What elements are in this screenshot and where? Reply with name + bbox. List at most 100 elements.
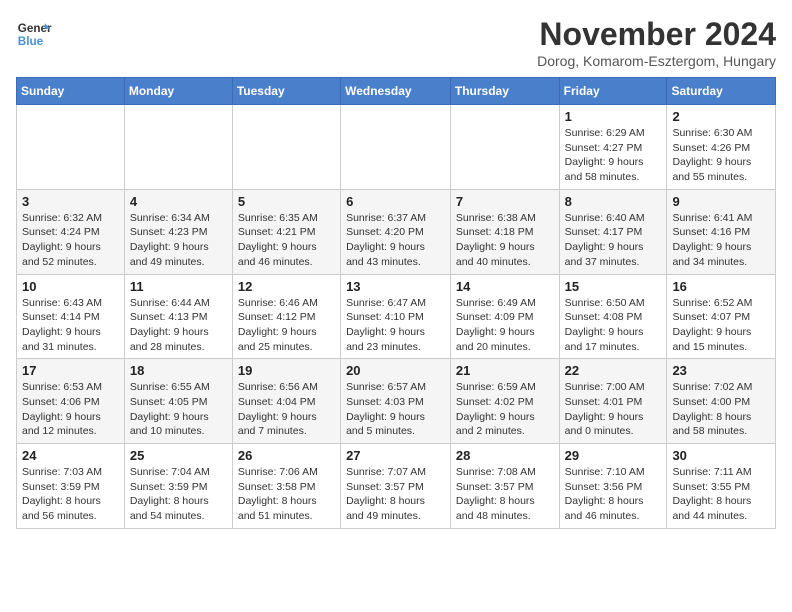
location-subtitle: Dorog, Komarom-Esztergom, Hungary [537,53,776,69]
calendar-cell: 29Sunrise: 7:10 AM Sunset: 3:56 PM Dayli… [559,444,667,529]
day-info: Sunrise: 6:40 AM Sunset: 4:17 PM Dayligh… [565,211,662,270]
calendar-cell: 1 Sunrise: 6:29 AM Sunset: 4:27 PM Daylig… [559,105,667,190]
day-number: 20 [346,363,445,378]
calendar-cell: 24 Sunrise: 7:03 AM Sunset: 3:59 PM Dayli… [17,444,125,529]
day-info: Sunrise: 7:08 AM Sunset: 3:57 PM Dayligh… [456,465,554,524]
calendar-cell: 13 Sunrise: 6:47 AM Sunset: 4:10 PM Dayli… [341,274,451,359]
day-info: Sunrise: 6:52 AM Sunset: 4:07 PM Dayligh… [672,296,770,355]
calendar-cell: 18 Sunrise: 6:55 AM Sunset: 4:05 PM Dayli… [124,359,232,444]
week-row-1: 3 Sunrise: 6:32 AM Sunset: 4:24 PM Daylig… [17,189,776,274]
calendar-cell [17,105,125,190]
header-monday: Monday [124,78,232,105]
day-number: 23 [672,363,770,378]
day-number: 28 [456,448,554,463]
day-info: Sunrise: 7:06 AM Sunset: 3:58 PM Dayligh… [238,465,335,524]
day-number: 17 [22,363,119,378]
calendar-cell: 8Sunrise: 6:40 AM Sunset: 4:17 PM Daylig… [559,189,667,274]
day-number: 29 [565,448,662,463]
header-thursday: Thursday [450,78,559,105]
calendar-cell: 10 Sunrise: 6:43 AM Sunset: 4:14 PM Dayli… [17,274,125,359]
day-info: Sunrise: 6:43 AM Sunset: 4:14 PM Dayligh… [22,296,119,355]
day-number: 5 [238,194,335,209]
day-info: Sunrise: 6:38 AM Sunset: 4:18 PM Dayligh… [456,211,554,270]
svg-text:General: General [18,22,52,35]
week-row-2: 10 Sunrise: 6:43 AM Sunset: 4:14 PM Dayli… [17,274,776,359]
calendar-cell: 26 Sunrise: 7:06 AM Sunset: 3:58 PM Dayli… [232,444,340,529]
calendar-table: SundayMondayTuesdayWednesdayThursdayFrid… [16,77,776,529]
day-number: 4 [130,194,227,209]
header: General Blue November 2024 Dorog, Komaro… [16,16,776,69]
calendar-cell: 25Sunrise: 7:04 AM Sunset: 3:59 PM Dayli… [124,444,232,529]
day-info: Sunrise: 6:57 AM Sunset: 4:03 PM Dayligh… [346,380,445,439]
calendar-cell: 7 Sunrise: 6:38 AM Sunset: 4:18 PM Daylig… [450,189,559,274]
day-info: Sunrise: 7:00 AM Sunset: 4:01 PM Dayligh… [565,380,662,439]
day-info: Sunrise: 6:35 AM Sunset: 4:21 PM Dayligh… [238,211,335,270]
day-number: 19 [238,363,335,378]
week-row-4: 24 Sunrise: 7:03 AM Sunset: 3:59 PM Dayli… [17,444,776,529]
day-number: 12 [238,279,335,294]
calendar-cell: 2Sunrise: 6:30 AM Sunset: 4:26 PM Daylig… [667,105,776,190]
day-info: Sunrise: 6:49 AM Sunset: 4:09 PM Dayligh… [456,296,554,355]
calendar-cell: 17 Sunrise: 6:53 AM Sunset: 4:06 PM Dayli… [17,359,125,444]
calendar-cell [232,105,340,190]
day-number: 6 [346,194,445,209]
header-wednesday: Wednesday [341,78,451,105]
calendar-cell [124,105,232,190]
day-number: 7 [456,194,554,209]
day-number: 15 [565,279,662,294]
logo-icon: General Blue [16,16,52,52]
calendar-cell: 27 Sunrise: 7:07 AM Sunset: 3:57 PM Dayli… [341,444,451,529]
day-number: 26 [238,448,335,463]
title-area: November 2024 Dorog, Komarom-Esztergom, … [537,16,776,69]
day-number: 13 [346,279,445,294]
day-info: Sunrise: 6:46 AM Sunset: 4:12 PM Dayligh… [238,296,335,355]
calendar-cell [450,105,559,190]
calendar-cell: 30Sunrise: 7:11 AM Sunset: 3:55 PM Dayli… [667,444,776,529]
day-info: Sunrise: 7:03 AM Sunset: 3:59 PM Dayligh… [22,465,119,524]
day-info: Sunrise: 6:44 AM Sunset: 4:13 PM Dayligh… [130,296,227,355]
calendar-cell: 5 Sunrise: 6:35 AM Sunset: 4:21 PM Daylig… [232,189,340,274]
day-number: 30 [672,448,770,463]
day-number: 1 [565,109,662,124]
day-number: 10 [22,279,119,294]
day-info: Sunrise: 6:56 AM Sunset: 4:04 PM Dayligh… [238,380,335,439]
svg-text:Blue: Blue [18,35,44,48]
day-info: Sunrise: 6:47 AM Sunset: 4:10 PM Dayligh… [346,296,445,355]
day-number: 16 [672,279,770,294]
calendar-cell: 16 Sunrise: 6:52 AM Sunset: 4:07 PM Dayli… [667,274,776,359]
header-tuesday: Tuesday [232,78,340,105]
calendar-cell: 6 Sunrise: 6:37 AM Sunset: 4:20 PM Daylig… [341,189,451,274]
calendar-cell: 21 Sunrise: 6:59 AM Sunset: 4:02 PM Dayli… [450,359,559,444]
day-number: 3 [22,194,119,209]
header-friday: Friday [559,78,667,105]
day-info: Sunrise: 6:34 AM Sunset: 4:23 PM Dayligh… [130,211,227,270]
week-row-0: 1 Sunrise: 6:29 AM Sunset: 4:27 PM Daylig… [17,105,776,190]
day-number: 22 [565,363,662,378]
day-info: Sunrise: 7:07 AM Sunset: 3:57 PM Dayligh… [346,465,445,524]
day-info: Sunrise: 6:37 AM Sunset: 4:20 PM Dayligh… [346,211,445,270]
day-number: 24 [22,448,119,463]
day-info: Sunrise: 6:55 AM Sunset: 4:05 PM Dayligh… [130,380,227,439]
calendar-cell: 3 Sunrise: 6:32 AM Sunset: 4:24 PM Daylig… [17,189,125,274]
calendar-cell [341,105,451,190]
day-info: Sunrise: 6:41 AM Sunset: 4:16 PM Dayligh… [672,211,770,270]
logo: General Blue [16,16,52,52]
month-title: November 2024 [537,16,776,53]
day-info: Sunrise: 6:53 AM Sunset: 4:06 PM Dayligh… [22,380,119,439]
calendar-cell: 19 Sunrise: 6:56 AM Sunset: 4:04 PM Dayli… [232,359,340,444]
week-row-3: 17 Sunrise: 6:53 AM Sunset: 4:06 PM Dayli… [17,359,776,444]
calendar-cell: 9Sunrise: 6:41 AM Sunset: 4:16 PM Daylig… [667,189,776,274]
calendar-cell: 15Sunrise: 6:50 AM Sunset: 4:08 PM Dayli… [559,274,667,359]
day-info: Sunrise: 6:29 AM Sunset: 4:27 PM Dayligh… [565,126,662,185]
day-info: Sunrise: 6:32 AM Sunset: 4:24 PM Dayligh… [22,211,119,270]
day-number: 11 [130,279,227,294]
calendar-cell: 23Sunrise: 7:02 AM Sunset: 4:00 PM Dayli… [667,359,776,444]
calendar-cell: 4 Sunrise: 6:34 AM Sunset: 4:23 PM Daylig… [124,189,232,274]
day-number: 21 [456,363,554,378]
day-number: 27 [346,448,445,463]
day-info: Sunrise: 7:04 AM Sunset: 3:59 PM Dayligh… [130,465,227,524]
day-number: 18 [130,363,227,378]
day-number: 14 [456,279,554,294]
day-info: Sunrise: 6:59 AM Sunset: 4:02 PM Dayligh… [456,380,554,439]
day-number: 2 [672,109,770,124]
